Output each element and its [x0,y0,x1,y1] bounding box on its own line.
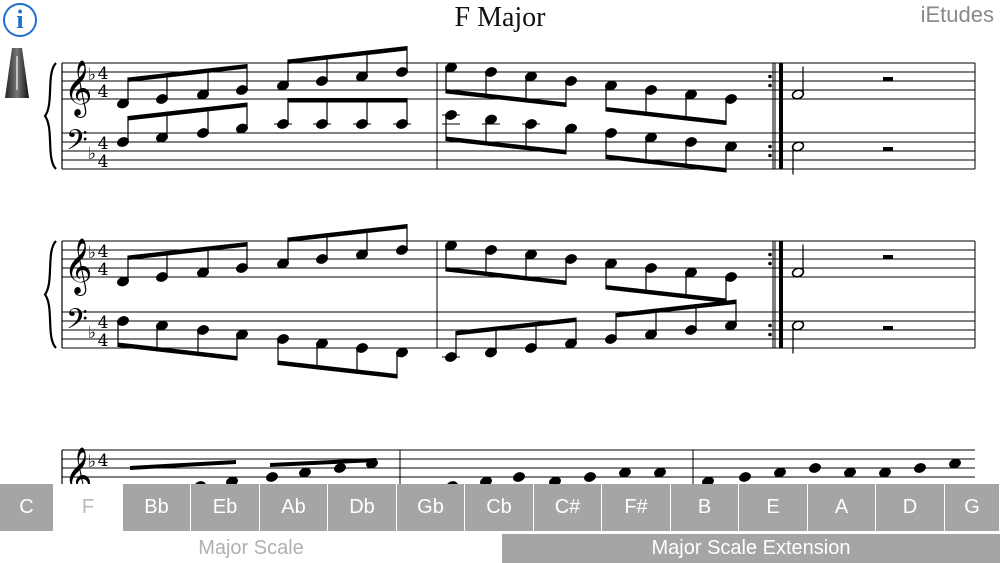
bass-beam [446,136,566,155]
bass-clef: 𝄢 [66,303,88,343]
repeat-dot [768,323,772,328]
note-head [266,472,278,482]
repeat-dot [768,332,772,337]
bass-beam [616,299,736,318]
bass-beam [118,342,237,361]
bass-beam [606,154,726,173]
key-tab-db[interactable]: Db [328,484,397,531]
key-tab-bb[interactable]: Bb [123,484,191,531]
half-rest [883,147,893,151]
key-signature-flat: ♭ [88,243,96,263]
key-signature-flat: ♭ [88,144,96,164]
repeat-dot [768,153,772,158]
key-tab-b[interactable]: B [671,484,739,531]
mode-selector: Major Scale Major Scale Extension [0,534,1000,563]
final-barline [779,63,783,169]
time-signature: 4 [98,64,109,84]
key-tab-ab[interactable]: Ab [260,484,328,531]
note-head [739,472,751,482]
bass-beam [456,317,576,336]
key-tab-gb[interactable]: Gb [397,484,465,531]
key-tab-eb[interactable]: Eb [191,484,260,531]
brace [43,240,57,349]
time-signature: 4 [98,331,109,351]
repeat-dot [768,83,772,88]
key-tab-a[interactable]: A [808,484,876,531]
treble-beam [606,285,726,303]
repeat-dot [768,261,772,266]
sheet-music: 𝄞𝄢♭♭4444𝄞𝄢♭♭4444𝄞♭ 4 [43,46,976,484]
repeat-dot [768,74,772,79]
mode-tab-major-scale-extension[interactable]: Major Scale Extension [502,534,1000,563]
note-head [914,463,926,473]
bass-beam [288,98,407,103]
key-tab-cb[interactable]: Cb [465,484,534,531]
treble-beam [288,224,407,242]
key-tab-c-sharp[interactable]: C# [534,484,602,531]
key-tab-f-sharp[interactable]: F# [602,484,671,531]
bass-clef: 𝄢 [66,124,88,164]
mode-tab-major-scale[interactable]: Major Scale [0,534,502,563]
final-barline [779,241,783,348]
key-tab-f[interactable]: F [54,484,123,531]
key-selector: C F Bb Eb Ab Db Gb Cb C# F# B E A D G [0,484,1000,531]
time-signature: 4 [98,451,109,471]
key-signature-flat: ♭ [88,452,96,472]
bass-beam [128,102,247,121]
treble-beam [288,46,407,64]
time-signature: 4 [98,242,109,262]
key-signature-flat: ♭ [88,323,96,343]
time-signature: 4 [98,82,109,102]
repeat-dot [768,252,772,257]
key-tab-c[interactable]: C [0,484,54,531]
note-head [334,463,346,473]
key-tab-d[interactable]: D [876,484,945,531]
time-signature: 4 [98,260,109,280]
key-signature-flat: ♭ [88,65,96,85]
treble-beam [446,89,566,107]
half-rest [883,255,893,259]
time-signature: 4 [98,313,109,333]
treble-beam [128,242,247,260]
key-tab-e[interactable]: E [739,484,808,531]
treble-beam [128,64,247,82]
time-signature: 4 [98,134,109,154]
key-tab-g[interactable]: G [945,484,1000,531]
treble-beam [446,267,566,285]
half-rest [883,326,893,330]
note-head [809,463,821,473]
note-head [513,472,525,482]
bass-beam [278,360,397,379]
half-rest [883,77,893,81]
treble-beam [606,107,726,125]
time-signature: 4 [98,152,109,172]
repeat-dot [768,144,772,149]
brace [43,62,57,170]
note-head [584,472,596,482]
